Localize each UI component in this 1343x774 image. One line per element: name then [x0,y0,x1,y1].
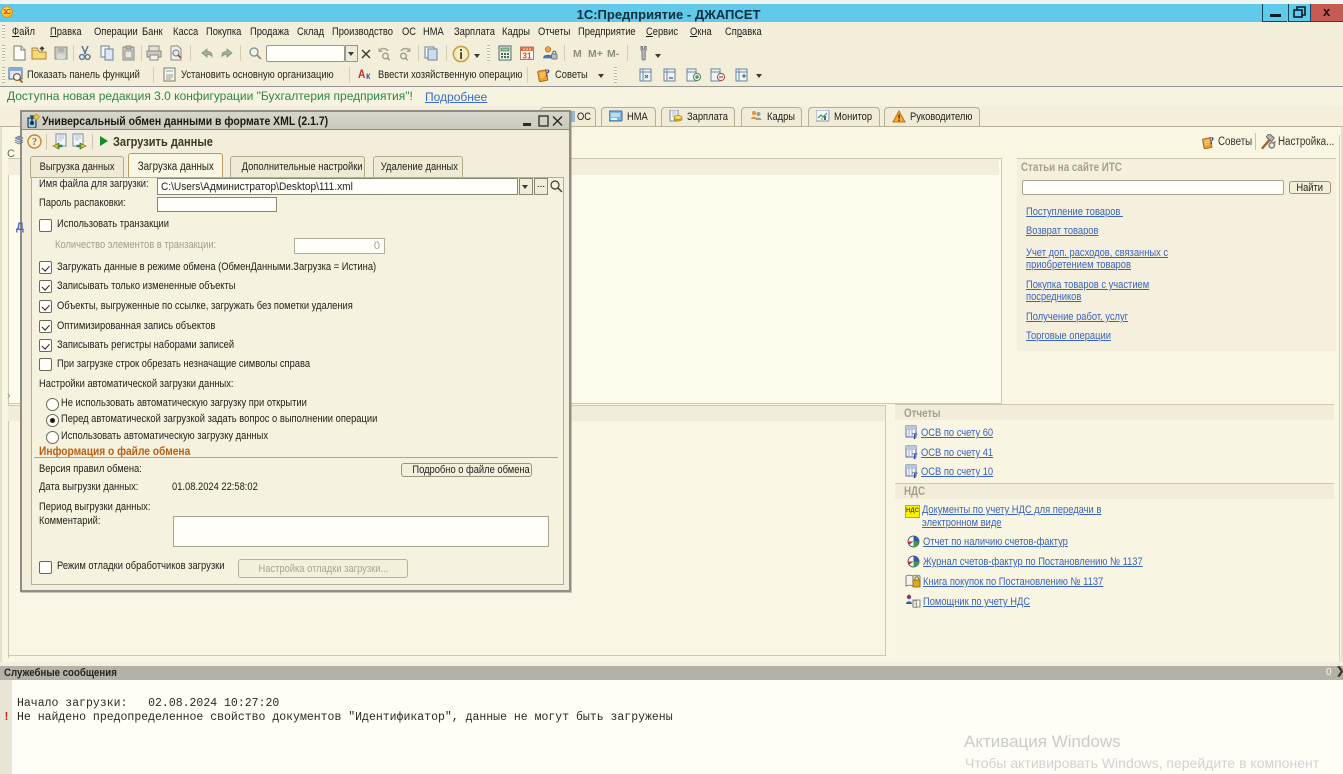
svg-text:Т: Т [912,471,918,478]
svg-text:?: ? [545,68,551,80]
svg-text:?: ? [32,137,37,148]
svg-text:?: ? [1209,136,1214,147]
svg-text:Т: Т [912,452,918,459]
svg-text:31: 31 [523,52,532,61]
svg-text:Т: Т [912,432,918,439]
